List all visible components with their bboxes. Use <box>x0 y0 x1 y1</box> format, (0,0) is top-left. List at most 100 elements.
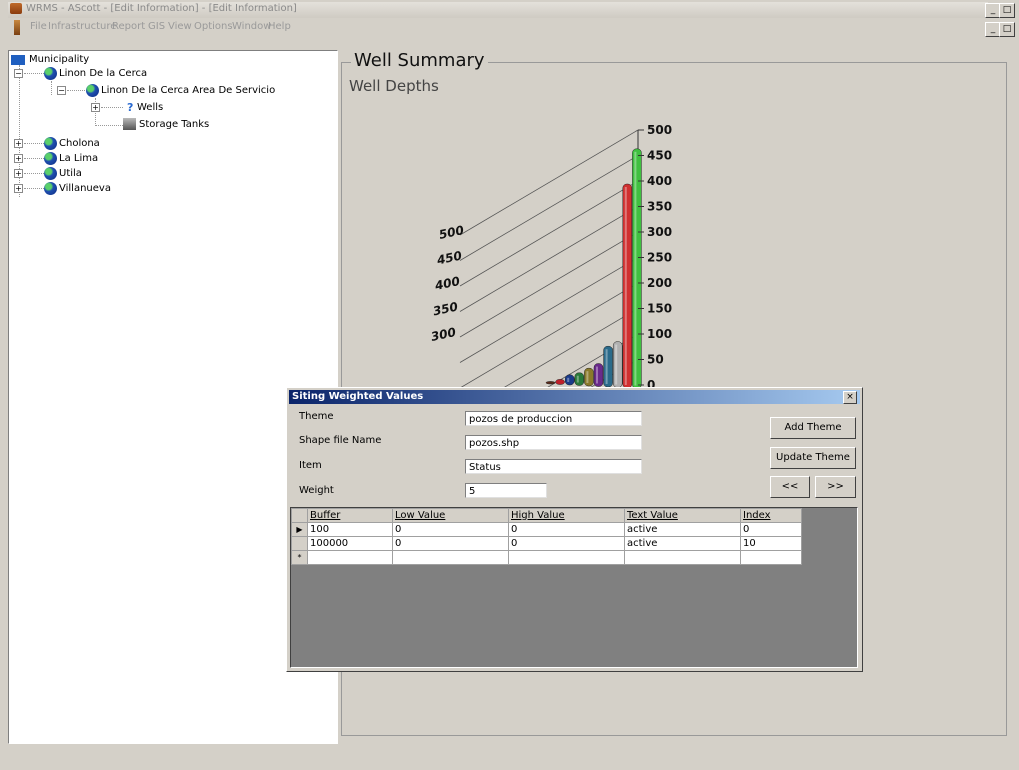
column-index[interactable]: Index <box>740 508 802 523</box>
add-theme-button[interactable]: Add Theme <box>770 417 856 439</box>
window-title: WRMS - AScott - [Edit Information] - [Ed… <box>26 3 297 14</box>
chart-left-tick-label: 400 <box>433 274 461 293</box>
weighted-values-grid[interactable]: Buffer Low Value High Value Text Value I… <box>290 507 858 668</box>
well-depths-chart: 500 450 400 350 300 250 200 150 100 500 500 450 400… <box>430 123 672 388</box>
tree-item-villanueva[interactable]: Villanueva <box>59 183 111 194</box>
cell-text-value[interactable] <box>624 550 741 565</box>
chart-left-tick-label: 300 <box>430 325 457 344</box>
chart-bar-highlight <box>634 151 637 386</box>
tree-item-cholona[interactable]: Cholona <box>59 138 100 149</box>
expand-toggle-icon[interactable]: − <box>14 69 23 78</box>
menu-view[interactable]: View <box>168 21 192 32</box>
cell-text-value[interactable]: active <box>624 536 741 551</box>
column-low-value[interactable]: Low Value <box>392 508 509 523</box>
chart-bar-highlight <box>567 377 570 382</box>
cell-high-value[interactable]: 0 <box>508 522 625 537</box>
chart-gridline <box>459 231 639 338</box>
chart-tick-label: 450 <box>647 149 672 163</box>
chart-bars <box>545 148 642 388</box>
menu-report[interactable]: Report <box>112 21 145 32</box>
globe-icon <box>44 182 57 195</box>
cell-high-value[interactable] <box>508 550 625 565</box>
expand-toggle-icon[interactable]: + <box>14 154 23 163</box>
next-button[interactable]: >> <box>815 476 856 498</box>
globe-icon <box>86 84 99 97</box>
tree-item-linon[interactable]: Linon De la Cerca <box>59 68 147 79</box>
menu-help[interactable]: Help <box>268 21 291 32</box>
previous-button[interactable]: << <box>770 476 810 498</box>
new-row-marker[interactable]: * <box>291 550 308 565</box>
chart-tick-label: 150 <box>647 302 672 316</box>
new-row[interactable]: * <box>291 550 802 565</box>
cell-index[interactable] <box>740 550 802 565</box>
theme-label: Theme <box>299 411 334 422</box>
grid-table: Buffer Low Value High Value Text Value I… <box>291 508 802 565</box>
tree-root-label: Municipality <box>29 54 90 65</box>
column-buffer[interactable]: Buffer <box>307 508 393 523</box>
weight-label: Weight <box>299 485 334 496</box>
child-maximize-button[interactable]: □ <box>999 22 1015 37</box>
expand-toggle-icon[interactable]: + <box>91 103 100 112</box>
chart-gridline <box>459 257 639 363</box>
maximize-button[interactable]: □ <box>999 3 1015 18</box>
cell-buffer[interactable]: 100000 <box>307 536 393 551</box>
chart-bar <box>622 183 633 388</box>
chart-bar-highlight <box>615 344 618 385</box>
menu-gis[interactable]: GIS <box>148 21 165 32</box>
cell-low-value[interactable]: 0 <box>392 522 509 537</box>
chart-bar-highlight <box>605 349 608 384</box>
cell-text-value[interactable]: active <box>624 522 741 537</box>
tree-guide <box>51 81 52 95</box>
table-row[interactable]: 100000 0 0 active 10 <box>291 536 802 551</box>
cell-index[interactable]: 10 <box>740 536 802 551</box>
dialog-title-bar[interactable]: Siting Weighted Values × <box>289 390 860 404</box>
chart-bar <box>632 148 642 388</box>
tree-item-utila[interactable]: Utila <box>59 168 82 179</box>
column-text-value[interactable]: Text Value <box>624 508 741 523</box>
cell-buffer[interactable]: 100 <box>307 522 393 537</box>
cell-buffer[interactable] <box>307 550 393 565</box>
menu-infrastructure[interactable]: Infrastructure <box>48 21 116 32</box>
status-bar <box>8 744 1019 770</box>
chart-bar <box>555 379 565 385</box>
menu-file[interactable]: File <box>30 21 47 32</box>
menu-window[interactable]: Window <box>232 21 271 32</box>
expand-toggle-icon[interactable]: + <box>14 139 23 148</box>
table-row[interactable]: ▶ 100 0 0 active 0 <box>291 522 802 537</box>
tree-item-area-servicio[interactable]: Linon De la Cerca Area De Servicio <box>101 85 275 96</box>
theme-field[interactable]: pozos de produccion <box>465 411 642 426</box>
shape-file-field[interactable]: pozos.shp <box>465 435 642 450</box>
globe-icon <box>44 137 57 150</box>
chart-tick-label: 350 <box>647 200 672 214</box>
chart-bar-highlight <box>596 366 598 384</box>
chart-left-tick-label: 450 <box>435 249 463 268</box>
tree-guide <box>24 173 44 174</box>
well-summary-title: Well Summary <box>351 50 488 71</box>
update-theme-button[interactable]: Update Theme <box>770 447 856 469</box>
menu-options[interactable]: Options <box>194 21 233 32</box>
row-selector[interactable] <box>291 536 308 551</box>
globe-icon <box>44 167 57 180</box>
tree-item-la-lima[interactable]: La Lima <box>59 153 98 164</box>
cell-index[interactable]: 0 <box>740 522 802 537</box>
expand-toggle-icon[interactable]: + <box>14 169 23 178</box>
chart-bar <box>584 367 594 387</box>
chart-bar <box>603 345 613 388</box>
tree-item-storage-tanks[interactable]: Storage Tanks <box>139 119 209 130</box>
expand-toggle-icon[interactable]: + <box>14 184 23 193</box>
chart-gridline <box>459 180 639 287</box>
chart-left-axis: 500 450 400 350 300 <box>430 223 465 344</box>
cell-high-value[interactable]: 0 <box>508 536 625 551</box>
cell-low-value[interactable] <box>392 550 509 565</box>
item-label: Item <box>299 460 322 471</box>
chart-tick-label: 300 <box>647 225 672 239</box>
column-high-value[interactable]: High Value <box>508 508 625 523</box>
item-field[interactable]: Status <box>465 459 642 474</box>
close-icon[interactable]: × <box>843 391 857 404</box>
expand-toggle-icon[interactable]: − <box>57 86 66 95</box>
weight-field[interactable]: 5 <box>465 483 547 498</box>
tree-item-wells[interactable]: Wells <box>137 102 163 113</box>
row-selector[interactable]: ▶ <box>291 522 308 537</box>
cell-low-value[interactable]: 0 <box>392 536 509 551</box>
chart-left-tick-label: 500 <box>438 223 465 242</box>
